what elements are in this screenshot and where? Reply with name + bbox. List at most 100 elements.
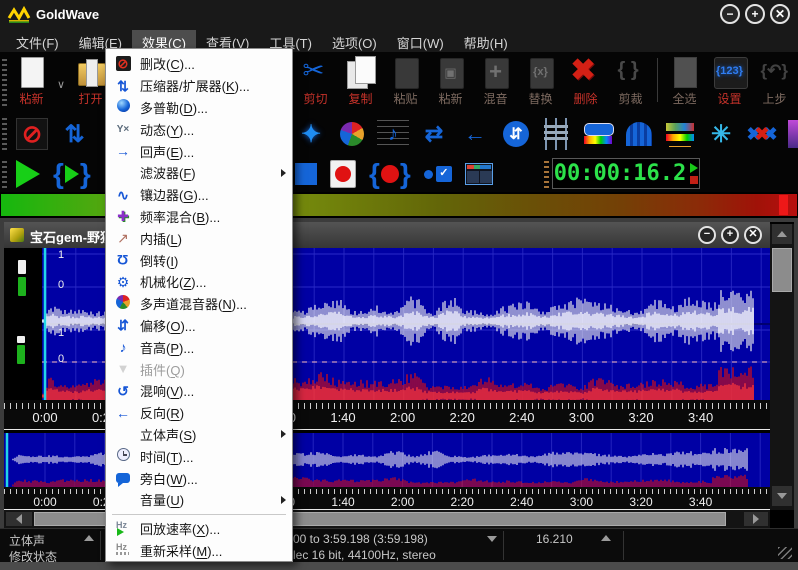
stop-button[interactable] bbox=[295, 163, 317, 185]
effects-menu-item-12[interactable]: 多声道混音器(N)... bbox=[106, 293, 292, 315]
gate-icon[interactable] bbox=[623, 118, 655, 150]
toolbar-button-cut[interactable]: 剪切 bbox=[293, 54, 338, 110]
menu-item-label: 偏移(O)... bbox=[140, 316, 196, 335]
clipped-toolbar-icon[interactable] bbox=[788, 120, 798, 148]
vertical-scrollbar[interactable] bbox=[770, 224, 794, 510]
app-close-button[interactable]: ✕ bbox=[770, 4, 790, 24]
effects-menu-item-21[interactable]: 音量(U) bbox=[106, 489, 292, 511]
effects-menu-item-4[interactable]: Y×动态(Y)... bbox=[106, 118, 292, 140]
chevron-up-icon bbox=[777, 231, 787, 237]
spectrum-eq-icon[interactable] bbox=[664, 118, 696, 150]
effects-menu-item-5[interactable]: →回声(E)... bbox=[106, 140, 292, 162]
toolbar-button-new-file[interactable]: 粘新 bbox=[9, 54, 54, 110]
effects-menu-item-24[interactable]: 重新采样(M)... bbox=[106, 540, 292, 562]
x-blue-icon[interactable]: ✖ bbox=[746, 118, 778, 150]
effects-menu-item-15[interactable]: ▼插件(Q) bbox=[106, 358, 292, 380]
submenu-arrow-icon bbox=[281, 496, 286, 504]
toolbar-button-replace[interactable]: 替换 bbox=[518, 54, 563, 110]
effects-menu-item-9[interactable]: ↗内插(L) bbox=[106, 227, 292, 249]
swap-icon[interactable]: ⇄ bbox=[418, 118, 450, 150]
app-maximize-button[interactable]: + bbox=[745, 4, 765, 24]
record-button[interactable] bbox=[330, 160, 356, 188]
effects-menu-item-11[interactable]: ⚙机械化(Z)... bbox=[106, 271, 292, 293]
offset-circle-icon[interactable]: ⇵ bbox=[503, 121, 529, 147]
flanger-icon: ∿ bbox=[117, 187, 129, 203]
menu-item-label: 频率混合(B)... bbox=[140, 207, 220, 226]
trim-icon bbox=[614, 55, 648, 91]
effects-menu-item-14[interactable]: ♪音高(P)... bbox=[106, 336, 292, 358]
doppler-star-icon[interactable]: ✦ bbox=[295, 118, 327, 150]
menu-item-label: 镶边器(G)... bbox=[140, 185, 209, 204]
effects-menu-item-7[interactable]: ∿ 镶边器(G)... bbox=[106, 184, 292, 206]
scroll-down-button[interactable] bbox=[772, 486, 792, 506]
selection-dropdown-icon[interactable] bbox=[487, 536, 497, 542]
effects-menu-item-17[interactable]: ←反向(R) bbox=[106, 402, 292, 424]
toolbar-button-settings[interactable]: 设置 bbox=[707, 54, 752, 110]
channel-mode-toggle-icon[interactable] bbox=[84, 535, 94, 541]
toolbar-grip[interactable] bbox=[2, 58, 7, 106]
effects-menu-item-1[interactable]: ⊘删改(C)... bbox=[106, 53, 292, 75]
effects-menu-item-3[interactable]: 多普勒(D)... bbox=[106, 97, 292, 119]
effects-menu-item-8[interactable]: ✚频率混合(B)... bbox=[106, 206, 292, 228]
reverb-icon: ↺ bbox=[117, 383, 129, 399]
scroll-up-button[interactable] bbox=[772, 224, 792, 244]
doc-minimize-button[interactable]: − bbox=[698, 226, 716, 244]
settings-icon bbox=[713, 55, 747, 91]
no-change-icon[interactable]: ⊘ bbox=[16, 118, 48, 150]
resize-grip[interactable] bbox=[778, 547, 792, 559]
pitch-graph-icon[interactable]: ♪ bbox=[377, 118, 409, 150]
reverse-arrow-icon[interactable]: ← bbox=[459, 118, 491, 150]
effects-menu-item-18[interactable]: 立体声(S) bbox=[106, 424, 292, 446]
play-button[interactable] bbox=[16, 160, 40, 188]
amplitude-label: 0 bbox=[58, 279, 64, 291]
doc-maximize-button[interactable]: + bbox=[721, 226, 739, 244]
app-titlebar[interactable]: GoldWave − + ✕ bbox=[0, 0, 798, 30]
effects-menu-item-2[interactable]: ⇅压缩器/扩展器(K)... bbox=[106, 75, 292, 97]
toolbar-button-label: 设置 bbox=[717, 93, 741, 106]
toolbar-button-paste[interactable]: 粘贴 bbox=[383, 54, 428, 110]
spark-icon[interactable]: ✳ bbox=[705, 118, 737, 150]
new-file-dropdown-icon[interactable]: ∨ bbox=[54, 78, 68, 91]
effects-menu-item-13[interactable]: ⇵偏移(O)... bbox=[106, 315, 292, 337]
effects-menu-item-6[interactable]: 滤波器(F) bbox=[106, 162, 292, 184]
effects-menu-item-19[interactable]: 时间(T)... bbox=[106, 445, 292, 467]
toolbar-button-trim[interactable]: 剪裁 bbox=[608, 54, 653, 110]
effects-menu-item-20[interactable]: 旁白(W)... bbox=[106, 467, 292, 489]
menubar-item-6[interactable]: 选项(O) bbox=[322, 30, 387, 52]
toolbar-grip[interactable] bbox=[544, 160, 549, 188]
toolbar-button-undo-step[interactable]: 上步 bbox=[752, 54, 797, 110]
scroll-left-button[interactable] bbox=[6, 512, 32, 526]
effects-menu-item-10[interactable]: Ω倒转(I) bbox=[106, 249, 292, 271]
statusbar-divider bbox=[100, 531, 101, 560]
menubar-item-7[interactable]: 窗口(W) bbox=[387, 30, 454, 52]
menu-item-label: 时间(T)... bbox=[140, 447, 193, 466]
toolbar-button-select-all[interactable]: 全选 bbox=[662, 54, 707, 110]
marker-toggle-icon[interactable] bbox=[601, 535, 611, 541]
brace-icon: { bbox=[369, 161, 380, 187]
toolbar-button-paste-new[interactable]: 粘新 bbox=[428, 54, 473, 110]
monitor-toggle[interactable]: ✓ bbox=[424, 166, 452, 182]
effects-menu-item-23[interactable]: 回放速率(X)... bbox=[106, 518, 292, 540]
voice-icon bbox=[116, 473, 130, 483]
app-minimize-button[interactable]: − bbox=[720, 4, 740, 24]
scroll-right-button[interactable] bbox=[744, 512, 768, 526]
channel-mixer-icon[interactable] bbox=[340, 122, 364, 146]
compressor-icon[interactable]: ⇅ bbox=[57, 118, 89, 150]
menu-item-label: 插件(Q) bbox=[140, 360, 185, 379]
toolbar-button-mix[interactable]: 混音 bbox=[473, 54, 518, 110]
effects-menu-item-16[interactable]: ↺混响(V)... bbox=[106, 380, 292, 402]
control-window-button[interactable] bbox=[465, 163, 493, 185]
toolbar-grip[interactable] bbox=[2, 160, 7, 188]
doc-close-button[interactable]: ✕ bbox=[744, 226, 762, 244]
play-selection-button[interactable]: { } bbox=[53, 161, 91, 187]
record-selection-button[interactable]: { } bbox=[369, 161, 411, 187]
equalizer-icon[interactable] bbox=[541, 118, 573, 150]
spectrum-pill-icon[interactable] bbox=[582, 118, 614, 150]
toolbar-grip[interactable] bbox=[2, 118, 7, 150]
toolbar-button-copy[interactable]: 复制 bbox=[338, 54, 383, 110]
menubar-item-8[interactable]: 帮助(H) bbox=[454, 30, 518, 52]
vertical-scroll-thumb[interactable] bbox=[772, 248, 792, 292]
menubar-item-1[interactable]: 文件(F) bbox=[6, 30, 69, 52]
mix-icon bbox=[479, 55, 513, 91]
toolbar-button-delete[interactable]: 删除 bbox=[563, 54, 608, 110]
